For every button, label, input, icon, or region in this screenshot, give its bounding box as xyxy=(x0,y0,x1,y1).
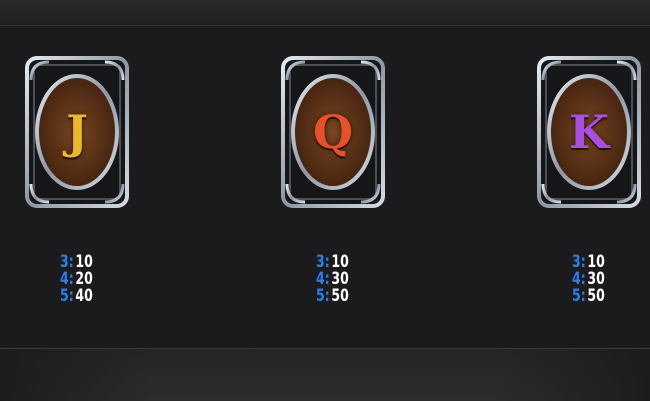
top-header-band xyxy=(0,0,650,26)
paytable-k: 3:10 4:30 5:50 xyxy=(572,254,621,305)
pay-row: 5:50 xyxy=(316,288,365,305)
pay-amount: 50 xyxy=(587,286,605,306)
pay-amount: 50 xyxy=(331,286,349,306)
paytable-j: 3:10 4:20 5:40 xyxy=(60,254,109,305)
pay-count: 5: xyxy=(60,286,74,306)
pay-count: 5: xyxy=(316,286,330,306)
symbol-letter-k: K xyxy=(569,105,609,159)
paytable-q: 3:10 4:30 5:50 xyxy=(316,254,365,305)
pay-row: 5:40 xyxy=(60,288,109,305)
symbol-card-q: Q xyxy=(281,56,385,208)
footer-shade-left xyxy=(0,349,150,401)
footer-shade-right xyxy=(500,349,650,401)
pay-amount: 40 xyxy=(75,286,93,306)
pay-row: 5:50 xyxy=(572,288,621,305)
pay-count: 5: xyxy=(572,286,586,306)
symbol-letter-j: J xyxy=(66,105,88,159)
bottom-footer-band xyxy=(0,348,650,401)
symbol-letter-q: Q xyxy=(312,105,354,159)
symbol-card-j: J xyxy=(25,56,129,208)
symbol-card-k: K xyxy=(537,56,641,208)
